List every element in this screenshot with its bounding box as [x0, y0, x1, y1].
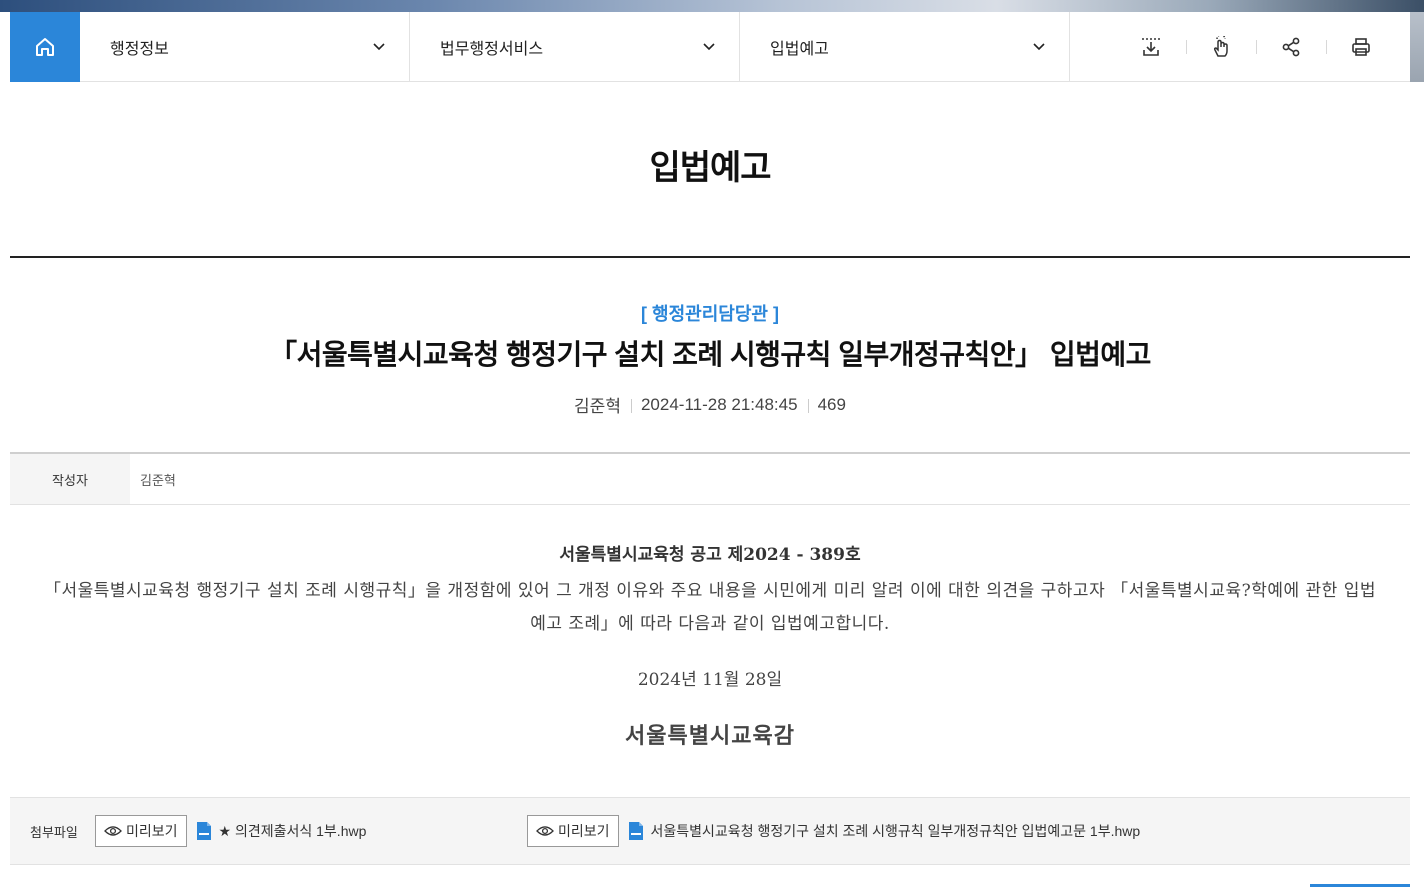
chevron-down-icon — [1033, 43, 1045, 51]
preview-button[interactable]: 미리보기 — [527, 815, 619, 847]
navbar: 행정정보 법무행정서비스 입법예고 — [10, 12, 1410, 82]
attachments-label: 첨부파일 — [30, 824, 78, 840]
touch-icon — [1213, 35, 1228, 57]
attachments: 첨부파일 미리보기 ★ 의견제출서식 1부.hwp 미리보기 서울특별시교육청 … — [10, 797, 1410, 865]
print-button[interactable] — [1326, 12, 1396, 82]
eye-icon — [536, 826, 554, 836]
home-button[interactable] — [10, 12, 80, 82]
department-label: [ 행정관리담당관 ] — [641, 304, 779, 324]
chevron-down-icon — [703, 43, 715, 51]
home-icon — [36, 38, 54, 56]
file-name: ★ 의견제출서식 1부.hwp — [218, 823, 367, 839]
notice-date: 2024년 11월 28일 — [637, 670, 783, 690]
preview-label: 미리보기 — [126, 823, 178, 839]
eye-icon — [104, 826, 122, 836]
notice-signature: 서울특별시교육감 — [625, 723, 795, 749]
hwp-file-icon — [196, 822, 211, 840]
download-icon — [1142, 37, 1160, 56]
post-content: 서울특별시교육청 공고 제2024 - 389호 「서울특별시교육청 행정기구 … — [10, 540, 1410, 750]
notice-number: 서울특별시교육청 공고 제2024 - 389호 — [559, 545, 861, 565]
nav-tools — [1070, 12, 1410, 81]
nav-menu-legal-services[interactable]: 법무행정서비스 — [410, 12, 740, 82]
nav-menu-admin-info[interactable]: 행정정보 — [80, 12, 410, 82]
file-name: 서울특별시교육청 행정기구 설치 조례 시행규칙 일부개정규칙안 입법예고문 1… — [650, 823, 1141, 839]
nav-menu-label: 법무행정서비스 — [440, 41, 544, 58]
file-link[interactable]: 서울특별시교육청 행정기구 설치 조례 시행규칙 일부개정규칙안 입법예고문 1… — [628, 821, 1141, 841]
hwp-file-icon — [628, 822, 643, 840]
post-datetime: 2024-11-28 21:48:45 — [630, 395, 808, 415]
share-button[interactable] — [1256, 12, 1326, 82]
download-button[interactable] — [1116, 12, 1186, 82]
preview-label: 미리보기 — [558, 823, 610, 839]
author-label: 작성자 — [10, 454, 130, 504]
file-link[interactable]: ★ 의견제출서식 1부.hwp — [196, 821, 367, 841]
post-meta: 김준혁 2024-11-28 21:48:45 469 — [10, 392, 1410, 417]
nav-menu-label: 입법예고 — [770, 41, 829, 58]
notice-body: 「서울특별시교육청 행정기구 설치 조례 시행규칙」을 개정함에 있어 그 개정… — [43, 581, 1377, 634]
nav-menu-legislation-notice[interactable]: 입법예고 — [740, 12, 1070, 82]
post-author: 김준혁 — [574, 397, 621, 416]
page-title: 입법예고 — [649, 149, 771, 187]
share-icon — [1282, 37, 1300, 56]
touch-button[interactable] — [1186, 12, 1256, 82]
attachment-item: 미리보기 서울특별시교육청 행정기구 설치 조례 시행규칙 일부개정규칙안 입법… — [527, 815, 1140, 847]
author-value: 김준혁 — [140, 472, 176, 488]
title-divider — [10, 256, 1410, 258]
chevron-down-icon — [373, 43, 385, 51]
print-icon — [1352, 37, 1370, 56]
nav-menu-label: 행정정보 — [110, 41, 169, 58]
banner-edge — [1410, 12, 1424, 82]
preview-button[interactable]: 미리보기 — [95, 815, 187, 847]
info-row: 작성자 김준혁 — [10, 452, 1410, 505]
post-title: 「서울특별시교육청 행정기구 설치 조례 시행규칙 일부개정규칙안」 입법예고 — [269, 339, 1151, 370]
post-views: 469 — [807, 395, 856, 415]
top-banner — [0, 0, 1424, 12]
attachment-item: 미리보기 ★ 의견제출서식 1부.hwp — [95, 815, 527, 847]
